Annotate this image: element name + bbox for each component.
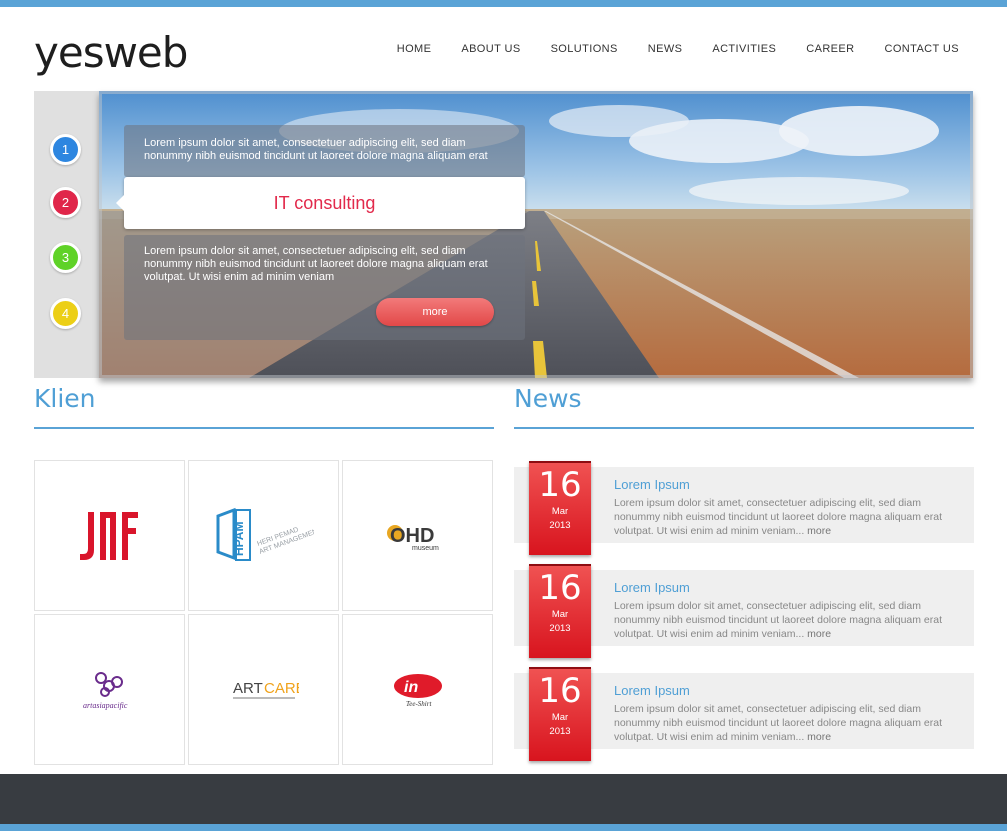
site-logo[interactable]: yesweb — [34, 28, 188, 77]
client-tile-artcare[interactable]: ART CARE — [188, 614, 339, 765]
client-tile-in-tshirt[interactable]: in Tee-Shirt — [342, 614, 493, 765]
slide-dot-3[interactable]: 3 — [50, 242, 81, 273]
news-item-excerpt: Lorem ipsum dolor sit amet, consectetuer… — [614, 497, 943, 537]
svg-text:artasiapacific: artasiapacific — [83, 701, 128, 710]
news-item[interactable]: 16 Mar 2013 Lorem Ipsum Lorem ipsum dolo… — [514, 667, 974, 761]
date-badge: 16 Mar 2013 — [529, 667, 591, 761]
news-item-title[interactable]: Lorem Ipsum — [614, 580, 690, 595]
news-day: 16 — [538, 465, 582, 505]
slide-item-active[interactable]: IT consulting — [116, 177, 525, 229]
nav-career[interactable]: CAREER — [806, 43, 854, 55]
svg-text:ART: ART — [233, 680, 263, 697]
client-tile-hpam[interactable]: HPAM HERI PEMAD ART MANAGEMENT — [188, 460, 339, 611]
client-tile-ohd-museum[interactable]: OHD museum — [342, 460, 493, 611]
artcare-logo: ART CARE — [232, 680, 299, 699]
news-day: 16 — [538, 568, 582, 608]
news-more-link[interactable]: more — [807, 628, 831, 640]
nav-solutions[interactable]: SOLUTIONS — [551, 43, 618, 55]
klien-title: Klien — [34, 384, 96, 413]
news-more-link[interactable]: more — [807, 731, 831, 743]
nav-news[interactable]: NEWS — [648, 43, 683, 55]
slide-item-prev[interactable]: Lorem ipsum dolor sit amet, consectetuer… — [124, 125, 525, 177]
slide-dot-4[interactable]: 4 — [50, 298, 81, 329]
svg-text:Tee-Shirt: Tee-Shirt — [406, 700, 432, 708]
news-more-link[interactable]: more — [807, 525, 831, 537]
news-month: Mar — [551, 506, 569, 517]
news-item-excerpt: Lorem ipsum dolor sit amet, consectetuer… — [614, 703, 943, 743]
svg-text:CARE: CARE — [264, 680, 299, 697]
hpam-logo: HPAM HERI PEMAD ART MANAGEMENT — [216, 507, 314, 561]
news-year: 2013 — [549, 623, 571, 634]
news-day: 16 — [538, 671, 582, 711]
svg-text:OHD: OHD — [390, 525, 434, 547]
in-tshirt-logo: in Tee-Shirt — [393, 673, 442, 708]
nav-contact-us[interactable]: CONTACT US — [885, 43, 960, 55]
date-badge: 16 Mar 2013 — [529, 564, 591, 658]
news-title: News — [514, 384, 582, 413]
main-nav: HOME ABOUT US SOLUTIONS NEWS ACTIVITIES … — [397, 43, 959, 55]
slide-dot-2[interactable]: 2 — [50, 187, 81, 218]
client-tile-jaf[interactable] — [34, 460, 185, 611]
news-item[interactable]: 16 Mar 2013 Lorem Ipsum Lorem ipsum dolo… — [514, 461, 974, 555]
footer-accent-bar — [0, 824, 1007, 831]
news-item-title[interactable]: Lorem Ipsum — [614, 477, 690, 492]
date-badge: 16 Mar 2013 — [529, 461, 591, 555]
news-divider — [514, 427, 974, 429]
nav-activities[interactable]: ACTIVITIES — [712, 43, 776, 55]
svg-text:HPAM: HPAM — [232, 521, 246, 555]
svg-text:museum: museum — [412, 545, 439, 552]
slide-active-title: IT consulting — [273, 192, 376, 213]
client-grid: HPAM HERI PEMAD ART MANAGEMENT OHD museu… — [34, 460, 494, 765]
klien-divider — [34, 427, 494, 429]
news-year: 2013 — [549, 520, 571, 531]
hero-slider: 1 2 3 4 Lorem ipsum dolor sit amet, cons… — [34, 91, 973, 378]
ohd-museum-logo: OHD museum — [386, 524, 439, 552]
nav-about-us[interactable]: ABOUT US — [461, 43, 520, 55]
slide-more-button[interactable]: more — [376, 298, 494, 326]
svg-text:in: in — [404, 679, 418, 696]
nav-home[interactable]: HOME — [397, 43, 432, 55]
top-accent-bar — [0, 0, 1007, 7]
slide-dot-1[interactable]: 1 — [50, 134, 81, 165]
jaf-logo — [79, 511, 138, 560]
artasiapacific-logo: artasiapacific — [83, 671, 128, 710]
slide-prev-text: Lorem ipsum dolor sit amet, consectetuer… — [144, 137, 488, 162]
slider-pager: 1 2 3 4 — [34, 91, 99, 378]
footer — [0, 774, 1007, 824]
news-year: 2013 — [549, 726, 571, 737]
news-month: Mar — [551, 609, 569, 620]
news-item[interactable]: 16 Mar 2013 Lorem Ipsum Lorem ipsum dolo… — [514, 564, 974, 658]
slide-description-text: Lorem ipsum dolor sit amet, consectetuer… — [144, 245, 488, 283]
client-tile-artasiapacific[interactable]: artasiapacific — [34, 614, 185, 765]
news-item-excerpt: Lorem ipsum dolor sit amet, consectetuer… — [614, 600, 943, 640]
news-item-title[interactable]: Lorem Ipsum — [614, 683, 690, 698]
news-month: Mar — [551, 712, 569, 723]
